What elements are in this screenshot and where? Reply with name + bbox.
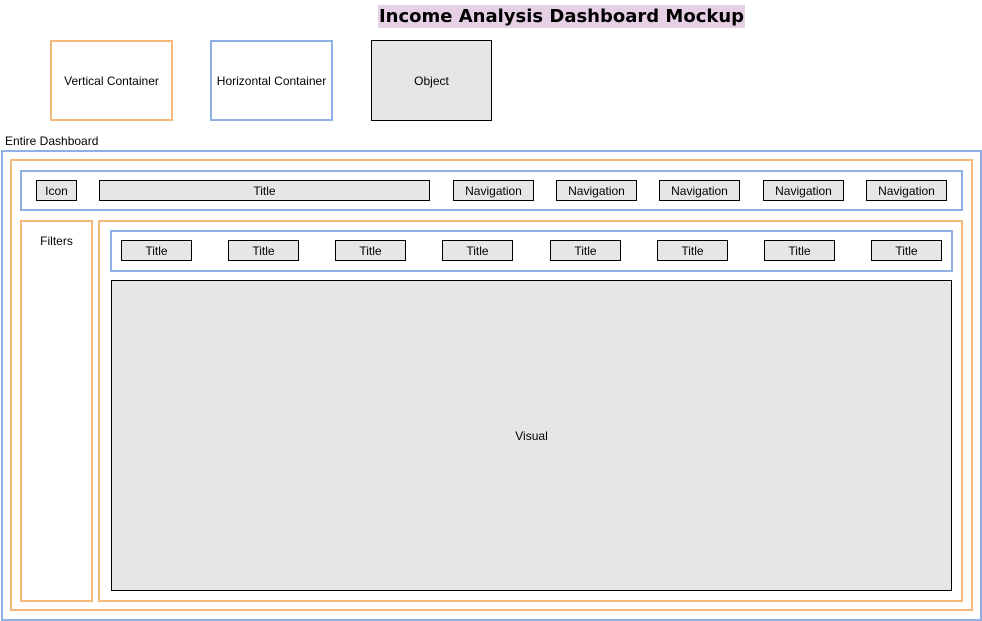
visual-label: Visual	[515, 428, 548, 443]
navigation-item-2[interactable]: Navigation	[556, 180, 637, 201]
visual-area: Visual	[111, 280, 952, 591]
header-title: Title	[99, 180, 430, 201]
header-icon-label: Icon	[45, 183, 68, 198]
navigation-label: Navigation	[775, 183, 832, 198]
tab-label: Title	[681, 243, 704, 258]
tab-label: Title	[788, 243, 811, 258]
tab-title-8[interactable]: Title	[871, 240, 942, 261]
tab-title-6[interactable]: Title	[657, 240, 728, 261]
legend-horizontal-container: Horizontal Container	[210, 40, 333, 121]
page-title: Income Analysis Dashboard Mockup	[378, 5, 745, 28]
tab-label: Title	[895, 243, 918, 258]
legend-object-label: Object	[414, 73, 449, 88]
legend-object: Object	[371, 40, 492, 121]
tab-label: Title	[574, 243, 597, 258]
tab-title-4[interactable]: Title	[442, 240, 513, 261]
tab-title-3[interactable]: Title	[335, 240, 406, 261]
tab-label: Title	[145, 243, 168, 258]
navigation-label: Navigation	[465, 183, 522, 198]
filters-label: Filters	[40, 234, 73, 248]
tab-title-2[interactable]: Title	[228, 240, 299, 261]
legend-vertical-label: Vertical Container	[64, 73, 159, 88]
navigation-item-1[interactable]: Navigation	[453, 180, 534, 201]
header-title-label: Title	[253, 183, 276, 198]
legend-horizontal-label: Horizontal Container	[216, 73, 327, 88]
tab-title-7[interactable]: Title	[764, 240, 835, 261]
tab-label: Title	[252, 243, 275, 258]
legend-vertical-container: Vertical Container	[50, 40, 173, 121]
entire-dashboard-label: Entire Dashboard	[5, 134, 99, 148]
header-icon: Icon	[36, 180, 77, 201]
navigation-item-5[interactable]: Navigation	[866, 180, 947, 201]
navigation-label: Navigation	[568, 183, 625, 198]
navigation-label: Navigation	[878, 183, 935, 198]
navigation-item-3[interactable]: Navigation	[659, 180, 740, 201]
filters-container: Filters	[20, 220, 93, 602]
tab-label: Title	[466, 243, 489, 258]
navigation-label: Navigation	[671, 183, 728, 198]
tab-title-5[interactable]: Title	[550, 240, 621, 261]
navigation-item-4[interactable]: Navigation	[763, 180, 844, 201]
tab-title-1[interactable]: Title	[121, 240, 192, 261]
tab-label: Title	[359, 243, 382, 258]
